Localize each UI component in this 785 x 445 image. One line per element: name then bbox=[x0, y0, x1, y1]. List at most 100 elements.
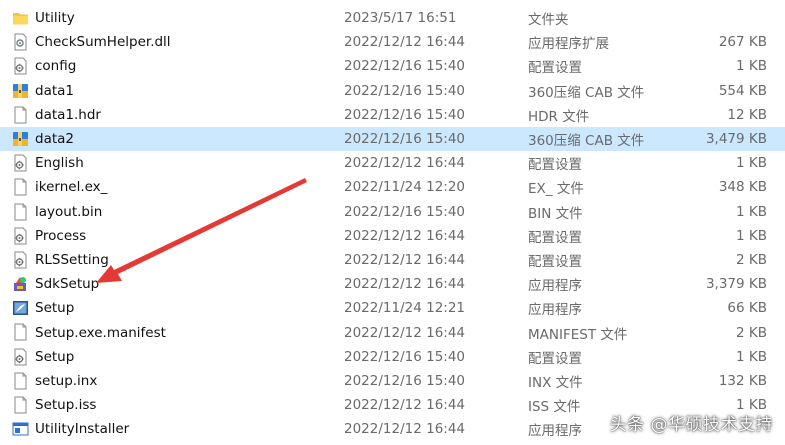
file-size: 2 KB bbox=[736, 324, 767, 341]
file-row-selected[interactable]: data2 2022/12/16 15:40 360压缩 CAB 文件 3,479 K… bbox=[0, 126, 785, 152]
settings-file-icon bbox=[12, 227, 29, 245]
file-type: 配置设置 bbox=[528, 350, 582, 367]
file-name: Setup.exe.manifest bbox=[35, 324, 166, 341]
file-row[interactable]: data1 2022/12/16 15:40 360压缩 CAB 文件 554 KB bbox=[0, 79, 785, 103]
file-row[interactable]: CheckSumHelper.dll 2022/12/12 16:44 应用程序扩展… bbox=[0, 30, 785, 54]
file-size: 3,379 KB bbox=[705, 276, 767, 293]
file-name: data1.hdr bbox=[35, 106, 101, 123]
file-date: 2022/12/12 16:44 bbox=[344, 227, 466, 244]
settings-file-icon bbox=[12, 348, 29, 366]
file-name: English bbox=[35, 155, 84, 172]
file-type: 应用程序扩展 bbox=[528, 36, 609, 53]
file-name: setup.inx bbox=[35, 372, 98, 389]
file-date: 2022/12/12 16:44 bbox=[344, 397, 466, 414]
file-date: 2022/12/16 15:40 bbox=[344, 58, 466, 75]
file-name: ikernel.ex_ bbox=[35, 179, 108, 196]
installer-window-icon bbox=[12, 420, 29, 438]
file-type: 应用程序 bbox=[528, 302, 582, 319]
settings-file-icon bbox=[12, 57, 29, 75]
file-type: 配置设置 bbox=[528, 157, 582, 174]
file-date: 2022/12/16 15:40 bbox=[344, 203, 466, 220]
dll-file-icon bbox=[12, 33, 29, 51]
file-size: 3,479 KB bbox=[705, 131, 767, 148]
file-row[interactable]: English 2022/12/12 16:44 配置设置 1 KB bbox=[0, 151, 785, 175]
file-size: 1 KB bbox=[736, 155, 767, 172]
file-date: 2022/11/24 12:20 bbox=[344, 179, 466, 196]
file-row[interactable]: data1.hdr 2022/12/16 15:40 HDR 文件 12 KB bbox=[0, 103, 785, 127]
file-date: 2022/12/12 16:44 bbox=[344, 276, 466, 293]
installer-app-icon bbox=[12, 275, 29, 293]
file-name: Utility bbox=[35, 10, 75, 27]
file-name: Setup.iss bbox=[35, 397, 97, 414]
blank-file-icon bbox=[12, 203, 29, 221]
file-size: 132 KB bbox=[718, 372, 767, 389]
file-type: 配置设置 bbox=[528, 60, 582, 77]
watermark-text: 头条 @华硕技术支持 bbox=[609, 415, 773, 435]
file-name: Setup bbox=[35, 348, 75, 365]
file-type: ISS 文件 bbox=[528, 399, 581, 416]
file-date: 2022/12/16 15:40 bbox=[344, 82, 466, 99]
file-date: 2022/12/16 15:40 bbox=[344, 131, 466, 148]
file-date: 2022/12/12 16:44 bbox=[344, 34, 466, 51]
file-size: 267 KB bbox=[718, 34, 767, 51]
blank-file-icon bbox=[12, 372, 29, 390]
archive-file-icon bbox=[12, 82, 29, 100]
file-date: 2022/12/16 15:40 bbox=[344, 348, 466, 365]
file-row[interactable]: layout.bin 2022/12/16 15:40 BIN 文件 1 KB bbox=[0, 200, 785, 224]
file-name: data2 bbox=[35, 131, 74, 148]
file-row[interactable]: RLSSetting 2022/12/12 16:44 配置设置 2 KB bbox=[0, 248, 785, 272]
file-row[interactable]: Setup 2022/11/24 12:21 应用程序 66 KB bbox=[0, 296, 785, 320]
file-type: 应用程序 bbox=[528, 423, 582, 440]
file-name: Setup bbox=[35, 300, 75, 317]
file-date: 2022/12/12 16:44 bbox=[344, 251, 466, 268]
file-type: HDR 文件 bbox=[528, 108, 590, 125]
file-size: 348 KB bbox=[718, 179, 767, 196]
file-row[interactable]: Setup 2022/12/16 15:40 配置设置 1 KB bbox=[0, 345, 785, 369]
file-type: 360压缩 CAB 文件 bbox=[528, 133, 645, 150]
file-date: 2022/11/24 12:21 bbox=[344, 300, 466, 317]
file-type: 配置设置 bbox=[528, 229, 582, 246]
file-type: BIN 文件 bbox=[528, 205, 583, 222]
file-type: EX_ 文件 bbox=[528, 181, 584, 198]
file-type: 文件夹 bbox=[528, 12, 569, 29]
file-date: 2022/12/12 16:44 bbox=[344, 155, 466, 172]
file-name: RLSSetting bbox=[35, 251, 109, 268]
file-list: Utility 2023/5/17 16:51 文件夹 CheckSumHelper… bbox=[0, 6, 785, 441]
file-type: MANIFEST 文件 bbox=[528, 326, 628, 343]
settings-file-icon bbox=[12, 251, 29, 269]
file-size: 1 KB bbox=[736, 58, 767, 75]
file-row[interactable]: Setup.exe.manifest 2022/12/12 16:44 MANIFE… bbox=[0, 320, 785, 344]
file-date: 2022/12/12 16:44 bbox=[344, 421, 466, 438]
setup-app-icon bbox=[12, 299, 29, 317]
file-size: 1 KB bbox=[736, 348, 767, 365]
file-date: 2022/12/16 15:40 bbox=[344, 372, 466, 389]
file-name: config bbox=[35, 58, 77, 75]
settings-file-icon bbox=[12, 154, 29, 172]
blank-file-icon bbox=[12, 323, 29, 341]
file-name: UtilityInstaller bbox=[35, 421, 130, 438]
file-date: 2022/12/12 16:44 bbox=[344, 324, 466, 341]
file-row[interactable]: config 2022/12/16 15:40 配置设置 1 KB bbox=[0, 54, 785, 78]
file-name: layout.bin bbox=[35, 203, 103, 220]
file-date: 2022/12/16 15:40 bbox=[344, 106, 466, 123]
file-name: SdkSetup bbox=[35, 276, 100, 293]
file-type: 配置设置 bbox=[528, 253, 582, 270]
blank-file-icon bbox=[12, 178, 29, 196]
blank-file-icon bbox=[12, 106, 29, 124]
file-size: 2 KB bbox=[736, 251, 767, 268]
file-row[interactable]: Process 2022/12/12 16:44 配置设置 1 KB bbox=[0, 224, 785, 248]
file-name: CheckSumHelper.dll bbox=[35, 34, 171, 51]
file-date: 2023/5/17 16:51 bbox=[344, 10, 457, 27]
blank-file-icon bbox=[12, 396, 29, 414]
file-type: 应用程序 bbox=[528, 278, 582, 295]
folder-icon bbox=[12, 9, 29, 27]
file-size: 1 KB bbox=[736, 203, 767, 220]
file-row[interactable]: SdkSetup 2022/12/12 16:44 应用程序 3,379 KB bbox=[0, 272, 785, 296]
file-size: 66 KB bbox=[727, 300, 767, 317]
file-name: Process bbox=[35, 227, 87, 244]
file-size: 12 KB bbox=[727, 106, 767, 123]
file-row[interactable]: setup.inx 2022/12/16 15:40 INX 文件 132 KB bbox=[0, 369, 785, 393]
file-size: 1 KB bbox=[736, 227, 767, 244]
file-row[interactable]: Utility 2023/5/17 16:51 文件夹 bbox=[0, 6, 785, 30]
file-row[interactable]: ikernel.ex_ 2022/11/24 12:20 EX_ 文件 348 KB bbox=[0, 175, 785, 199]
